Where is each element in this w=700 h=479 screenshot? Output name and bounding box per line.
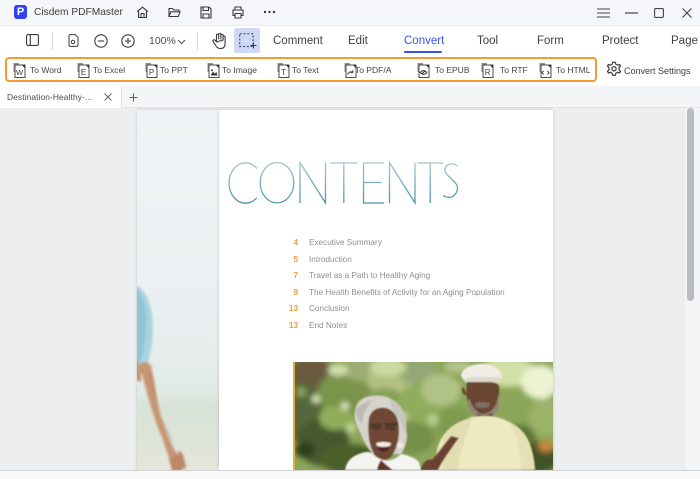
svg-text:W: W (16, 68, 24, 77)
svg-text:R: R (485, 68, 491, 77)
svg-text:T: T (281, 68, 286, 77)
svg-text:E: E (81, 68, 86, 77)
svg-text:P: P (149, 68, 154, 77)
